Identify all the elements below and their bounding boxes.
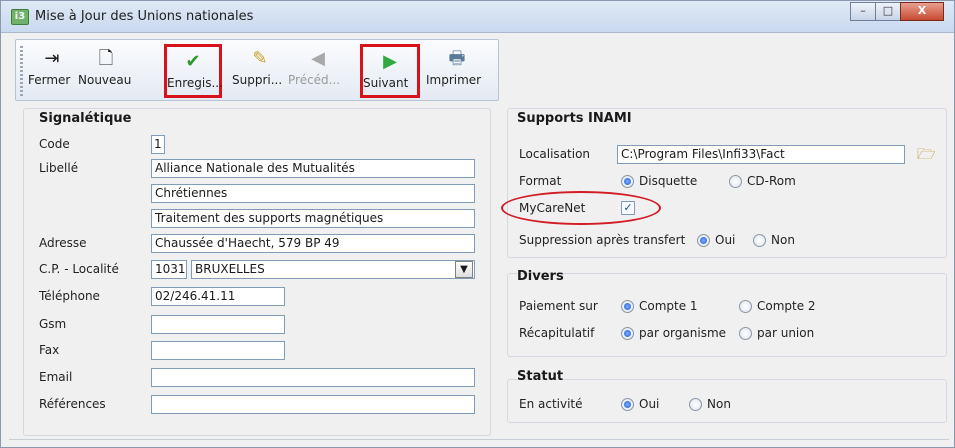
activite-non-radio[interactable] bbox=[689, 398, 702, 411]
statut-title: Statut bbox=[517, 369, 564, 384]
gsm-field[interactable] bbox=[151, 315, 285, 334]
delete-button[interactable]: ✎ Suppri... bbox=[232, 44, 288, 98]
suppression-label: Suppression après transfert bbox=[519, 233, 686, 247]
divers-title: Divers bbox=[517, 269, 564, 284]
arrow-right-icon: ▶ bbox=[383, 51, 397, 72]
format-label: Format bbox=[519, 174, 562, 188]
activite-oui-label: Oui bbox=[639, 397, 660, 411]
previous-button[interactable]: ◀ Précéd... bbox=[288, 44, 348, 98]
format-cdrom-label: CD-Rom bbox=[747, 174, 796, 188]
save-label: Enregis... bbox=[167, 76, 223, 90]
localisation-label: Localisation bbox=[519, 147, 591, 161]
new-label: Nouveau bbox=[78, 73, 132, 87]
format-disquette-radio[interactable] bbox=[621, 175, 634, 188]
close-form-button[interactable]: ⇥ Fermer bbox=[28, 44, 76, 98]
fax-field[interactable] bbox=[151, 341, 285, 360]
new-document-icon: 🗋 bbox=[98, 48, 114, 69]
recap-organisme-label: par organisme bbox=[639, 326, 727, 340]
recap-organisme-radio[interactable] bbox=[621, 327, 634, 340]
libelle-field-3[interactable]: Traitement des supports magnétiques bbox=[151, 209, 475, 228]
gsm-label: Gsm bbox=[39, 317, 67, 331]
maximize-button[interactable]: □ bbox=[875, 2, 901, 21]
recap-union-radio[interactable] bbox=[739, 327, 752, 340]
toolbar: ⇥ Fermer 🗋 Nouveau ✔ Enregis... ✎ Suppri… bbox=[15, 39, 499, 101]
supports-inami-title: Supports INAMI bbox=[517, 111, 632, 126]
activite-label: En activité bbox=[519, 397, 583, 411]
email-label: Email bbox=[39, 370, 73, 384]
delete-label: Suppri... bbox=[232, 73, 283, 87]
suppression-oui-label: Oui bbox=[715, 233, 736, 247]
code-field[interactable]: 1 bbox=[151, 135, 165, 154]
paiement-compte1-label: Compte 1 bbox=[639, 299, 698, 313]
previous-label: Précéd... bbox=[288, 73, 341, 87]
close-form-label: Fermer bbox=[28, 73, 71, 87]
paiement-label: Paiement sur bbox=[519, 299, 598, 313]
telephone-field[interactable]: 02/246.41.11 bbox=[151, 287, 285, 306]
cp-localite-label: C.P. - Localité bbox=[39, 262, 119, 276]
libelle-field-1[interactable]: Alliance Nationale des Mutualités bbox=[151, 159, 475, 178]
bottom-divider bbox=[9, 439, 949, 440]
fax-label: Fax bbox=[39, 343, 60, 357]
arrow-left-icon: ◀ bbox=[311, 48, 325, 69]
new-button[interactable]: 🗋 Nouveau bbox=[78, 44, 134, 98]
app-icon: i3 bbox=[11, 9, 29, 25]
folder-open-icon[interactable]: 🗁 bbox=[917, 145, 937, 163]
next-button[interactable]: ▶ Suivant bbox=[360, 44, 420, 98]
format-cdrom-radio[interactable] bbox=[729, 175, 742, 188]
localite-select[interactable]: BRUXELLES bbox=[191, 260, 475, 279]
print-button[interactable]: 🖶 Imprimer bbox=[426, 44, 488, 98]
suppression-oui-radio[interactable] bbox=[697, 234, 710, 247]
activite-non-label: Non bbox=[707, 397, 731, 411]
next-label: Suivant bbox=[363, 76, 409, 90]
print-label: Imprimer bbox=[426, 73, 482, 87]
paiement-compte2-label: Compte 2 bbox=[757, 299, 816, 313]
references-label: Références bbox=[39, 397, 106, 411]
libelle-field-2[interactable]: Chrétiennes bbox=[151, 184, 475, 203]
exit-door-icon: ⇥ bbox=[44, 48, 60, 69]
email-field[interactable] bbox=[151, 368, 475, 387]
paiement-compte2-radio[interactable] bbox=[739, 300, 752, 313]
toolbar-grip[interactable] bbox=[20, 46, 23, 96]
postal-code-field[interactable]: 1031 bbox=[151, 260, 187, 279]
signaletique-title: Signalétique bbox=[39, 111, 132, 126]
suppression-non-label: Non bbox=[771, 233, 795, 247]
suppression-non-radio[interactable] bbox=[753, 234, 766, 247]
title-bar[interactable]: i3 Mise à Jour des Unions nationales – □… bbox=[1, 1, 954, 33]
recap-union-label: par union bbox=[757, 326, 815, 340]
telephone-label: Téléphone bbox=[39, 289, 100, 303]
printer-icon: 🖶 bbox=[448, 48, 466, 69]
adresse-field[interactable]: Chaussée d'Haecht, 579 BP 49 bbox=[151, 234, 475, 253]
localisation-field[interactable]: C:\Program Files\Infi33\Fact bbox=[617, 145, 905, 164]
chevron-down-icon[interactable]: ▼ bbox=[455, 261, 473, 278]
window-title: Mise à Jour des Unions nationales bbox=[35, 9, 254, 24]
paiement-compte1-radio[interactable] bbox=[621, 300, 634, 313]
code-label: Code bbox=[39, 137, 70, 151]
close-button[interactable]: X bbox=[900, 2, 944, 21]
recapitulatif-label: Récapitulatif bbox=[519, 326, 595, 340]
annotation-circle bbox=[501, 191, 661, 225]
window-controls: – □ X bbox=[850, 2, 944, 22]
eraser-icon: ✎ bbox=[252, 48, 268, 69]
divers-group bbox=[507, 273, 947, 357]
references-field[interactable] bbox=[151, 395, 475, 414]
activite-oui-radio[interactable] bbox=[621, 398, 634, 411]
format-disquette-label: Disquette bbox=[639, 174, 698, 188]
libelle-label: Libellé bbox=[39, 161, 79, 175]
save-button[interactable]: ✔ Enregis... bbox=[164, 44, 223, 98]
minimize-button[interactable]: – bbox=[850, 2, 876, 21]
adresse-label: Adresse bbox=[39, 236, 87, 250]
checkmark-icon: ✔ bbox=[185, 51, 201, 72]
app-window: i3 Mise à Jour des Unions nationales – □… bbox=[0, 0, 955, 448]
